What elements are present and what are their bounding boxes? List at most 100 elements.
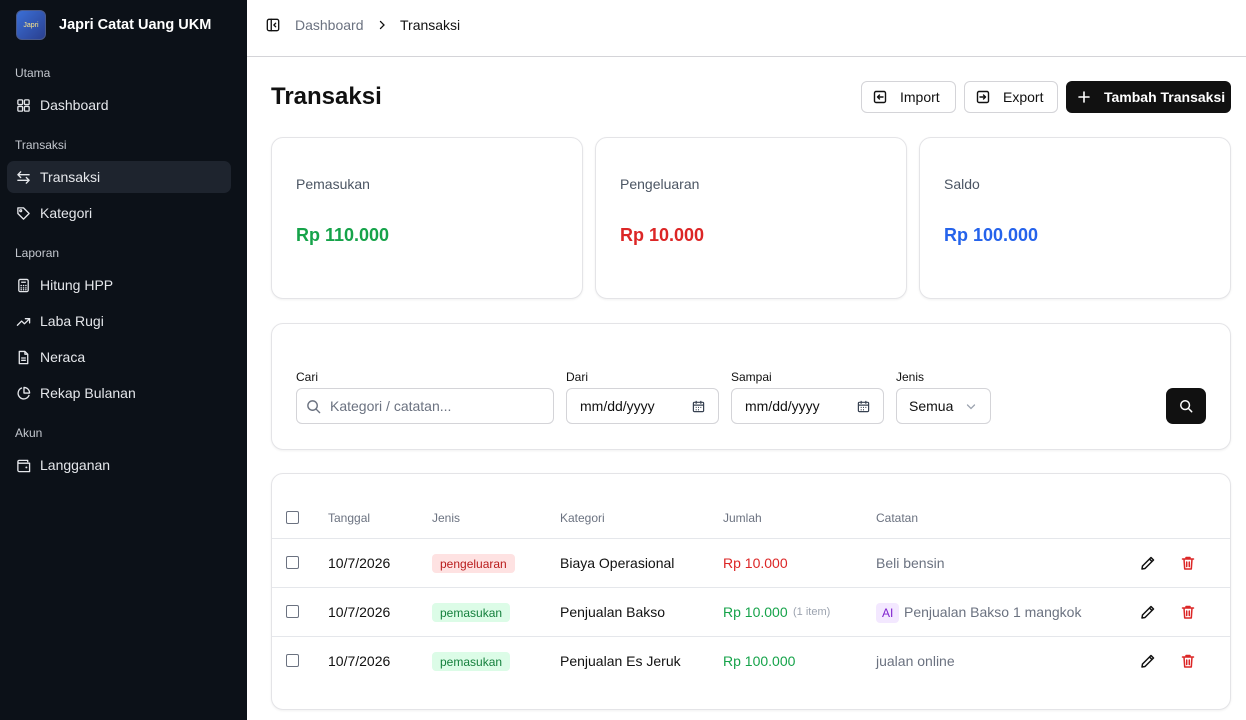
top-bar: Dashboard Transaksi [247,0,1246,57]
trash-icon[interactable] [1180,604,1196,620]
row-amount: Rp 10.000 [723,555,788,571]
row-date: 10/7/2026 [328,653,391,669]
sidebar-toggle-icon[interactable] [266,18,280,32]
export-label: Export [1003,89,1044,105]
app-name: Japri Catat Uang UKM [59,17,212,33]
wallet-icon [17,459,31,472]
sidebar-item-label: Hitung HPP [40,277,114,293]
row-note: jualan online [876,653,955,669]
type-badge: pengeluaran [432,554,515,573]
type-badge: pemasukan [432,603,511,622]
row-checkbox[interactable] [286,654,299,667]
stat-card-saldo: Saldo Rp 100.000 [919,137,1231,299]
row-category: Penjualan Es Jeruk [560,653,681,669]
search-icon [307,399,321,413]
edit-icon[interactable] [1140,604,1156,620]
pie-chart-icon [17,386,31,400]
column-header-kategori[interactable]: Kategori [560,511,605,525]
filter-card [271,323,1231,450]
type-select[interactable]: Semua [896,388,991,424]
calculator-icon [18,278,29,292]
import-button[interactable]: Import [861,81,956,113]
stat-value: Rp 110.000 [296,225,390,245]
sidebar-item-hitung-hpp[interactable]: Hitung HPP [7,269,231,301]
search-input[interactable]: Kategori / catatan... [296,388,554,424]
trash-icon[interactable] [1180,555,1196,571]
grid-icon [17,98,30,112]
chevron-right-icon [379,20,385,30]
row-checkbox[interactable] [286,605,299,618]
stat-label: Pemasukan [296,176,370,192]
app-logo: Japri [16,10,46,40]
column-header-tanggal[interactable]: Tanggal [328,511,370,525]
row-category: Penjualan Bakso [560,604,666,620]
sidebar-item-label: Neraca [40,349,86,365]
import-icon [873,90,887,104]
sidebar-item-label: Dashboard [40,97,109,113]
from-date-value: mm/dd/yyyy [580,398,655,414]
search-icon [1180,400,1193,413]
sidebar-item-laba-rugi[interactable]: Laba Rugi [7,305,231,337]
row-category: Biaya Operasional [560,555,675,571]
from-date-input[interactable]: mm/dd/yyyy [566,388,719,424]
export-button[interactable]: Export [964,81,1058,113]
add-transaction-button[interactable]: Tambah Transaksi [1066,81,1231,113]
stat-label: Pengeluaran [620,176,700,192]
column-header-jumlah[interactable]: Jumlah [723,511,762,525]
stat-value: Rp 100.000 [944,225,1039,245]
edit-icon[interactable] [1140,555,1156,571]
row-note: Penjualan Bakso 1 mangkok [904,604,1082,620]
divider [272,636,1230,637]
to-date-input[interactable]: mm/dd/yyyy [731,388,884,424]
row-item-count: (1 item) [793,606,831,618]
brand[interactable]: Japri Japri Catat Uang UKM [16,10,211,40]
stat-label: Saldo [944,176,980,192]
row-checkbox[interactable] [286,556,299,569]
breadcrumb-current: Transaksi [400,17,461,33]
breadcrumb-dashboard[interactable]: Dashboard [295,17,364,33]
type-badge: pemasukan [432,652,511,671]
sidebar-item-kategori[interactable]: Kategori [7,197,231,229]
sidebar-section-laporan: Laporan [15,246,60,260]
search-placeholder: Kategori / catatan... [330,398,452,414]
sidebar: Japri Japri Catat Uang UKM Utama Dashboa… [0,0,247,720]
sidebar-item-neraca[interactable]: Neraca [7,341,231,373]
chevron-down-icon [966,404,976,410]
export-icon [976,90,990,104]
import-label: Import [900,89,940,105]
edit-icon[interactable] [1140,653,1156,669]
to-date-label: Sampai [731,370,772,384]
select-all-checkbox[interactable] [286,511,299,524]
swap-icon [17,170,30,184]
sidebar-section-akun: Akun [15,426,43,440]
add-transaction-label: Tambah Transaksi [1104,89,1226,105]
sidebar-item-label: Laba Rugi [40,313,104,329]
divider [272,538,1230,539]
search-button[interactable] [1166,388,1206,424]
sidebar-item-transaksi[interactable]: Transaksi [7,161,231,193]
sidebar-item-rekap-bulanan[interactable]: Rekap Bulanan [7,377,231,409]
divider [272,587,1230,588]
column-header-jenis[interactable]: Jenis [432,511,460,525]
calendar-icon[interactable] [857,400,870,413]
stat-card-pengeluaran: Pengeluaran Rp 10.000 [595,137,907,299]
file-icon [18,350,29,364]
type-label: Jenis [896,370,925,384]
sidebar-item-label: Kategori [40,205,93,221]
ai-badge: AI [876,603,900,623]
row-amount: Rp 10.000 [723,604,788,620]
calendar-icon[interactable] [692,400,705,413]
sidebar-item-langganan[interactable]: Langganan [7,449,231,481]
row-date: 10/7/2026 [328,604,391,620]
page-title: Transaksi [271,83,382,110]
column-header-catatan[interactable]: Catatan [876,511,918,525]
row-note: Beli bensin [876,555,945,571]
type-select-value: Semua [909,398,954,414]
row-amount: Rp 100.000 [723,653,796,669]
trash-icon[interactable] [1180,653,1196,669]
plus-icon [1078,91,1090,103]
sidebar-item-dashboard[interactable]: Dashboard [7,89,231,121]
sidebar-section-utama: Utama [15,66,51,80]
stat-card-pemasukan: Pemasukan Rp 110.000 [271,137,583,299]
sidebar-item-label: Langganan [40,457,111,473]
